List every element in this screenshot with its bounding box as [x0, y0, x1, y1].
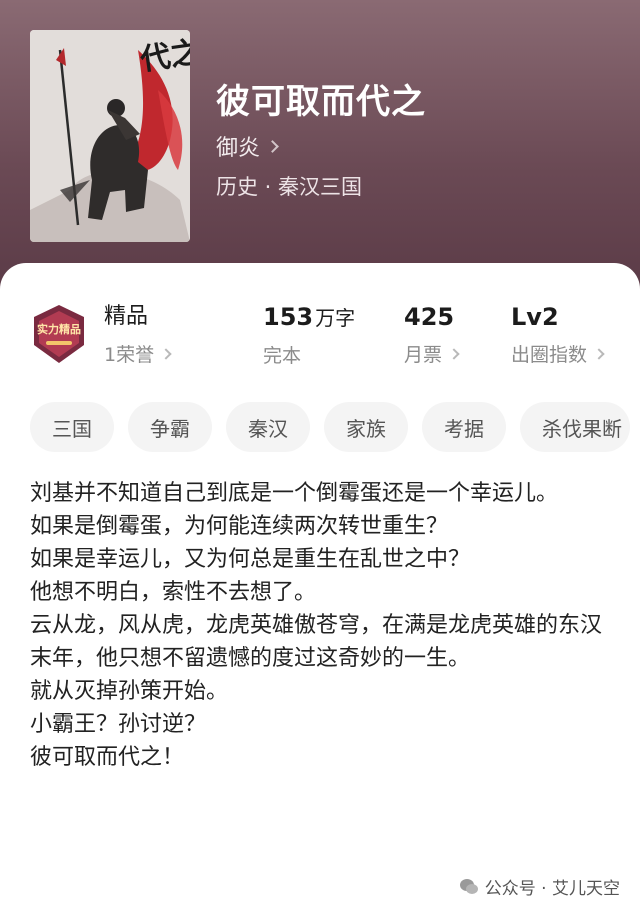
monthly-tickets-value: 425 [404, 303, 455, 331]
cover-illustration: 代之 [30, 30, 190, 242]
badge-honors-link[interactable]: 1荣誉 [104, 340, 172, 367]
tag-chip[interactable]: 考据 [422, 402, 506, 452]
description-line: 小霸王？孙讨逆？ [30, 712, 207, 737]
tag-chip[interactable]: 争霸 [128, 402, 212, 452]
word-count-stat: 153 万字 完本 [263, 300, 355, 368]
popularity-label: 出圈指数 [511, 344, 588, 366]
badge-seal-text: 实力精品 [37, 322, 81, 336]
author-name: 御炎 [216, 136, 261, 161]
watermark-text: 公众号 · 艾儿天空 [484, 879, 620, 899]
description-line: 就从灭掉孙策开始。 [30, 679, 229, 704]
badge-title: 精品 [104, 304, 149, 329]
description-line: 刘基并不知道自己到底是一个倒霉蛋还是一个幸运儿。 [30, 481, 559, 506]
chevron-right-icon [593, 347, 605, 360]
chevron-right-icon [266, 139, 279, 153]
tag-chip[interactable]: 秦汉 [226, 402, 310, 452]
popularity-stat[interactable]: Lv2 出圈指数 [511, 300, 605, 367]
badge-honors: 1荣誉 [104, 344, 155, 366]
monthly-tickets-link[interactable]: 月票 [404, 340, 460, 367]
book-genre[interactable]: 历史 · 秦汉三国 [216, 171, 362, 201]
author-link[interactable]: 御炎 [216, 130, 279, 162]
description-line: 如果是倒霉蛋，为何能连续两次转世重生？ [30, 514, 449, 539]
chevron-right-icon [448, 347, 460, 360]
cover-calligraphy: 代之 [137, 35, 190, 78]
tag-chip[interactable]: 杀伐果断 [520, 402, 630, 452]
word-count-value: 153 [263, 303, 314, 331]
word-count: 153 万字 [263, 300, 355, 335]
word-count-unit: 万字 [315, 306, 356, 330]
popularity-link[interactable]: 出圈指数 [511, 340, 605, 367]
wechat-icon [459, 878, 478, 894]
watermark: 公众号 · 艾儿天空 [459, 874, 620, 899]
book-title: 彼可取而代之 [216, 82, 426, 122]
monthly-tickets-stat[interactable]: 425 月票 [404, 300, 460, 367]
description-line: 云从龙，风从虎，龙虎英雄傲苍穹，在满是龙虎英雄的东汉末年，他只想不留遗憾的度过这… [30, 613, 603, 671]
book-description: 刘基并不知道自己到底是一个倒霉蛋还是一个幸运儿。 如果是倒霉蛋，为何能连续两次转… [30, 477, 620, 774]
quality-badge-icon: 实力精品 [34, 305, 84, 363]
description-line: 如果是幸运儿，又为何总是重生在乱世之中？ [30, 547, 471, 572]
book-cover[interactable]: 代之 [30, 30, 190, 242]
quality-stat[interactable]: 精品 1荣誉 [104, 300, 172, 367]
description-line: 彼可取而代之！ [30, 745, 185, 770]
popularity-level: Lv2 [511, 303, 559, 331]
description-line: 他想不明白，索性不去想了。 [30, 580, 317, 605]
tag-chip[interactable]: 三国 [30, 402, 114, 452]
tag-chip[interactable]: 家族 [324, 402, 408, 452]
completion-status: 完本 [263, 345, 302, 367]
tag-list: 三国 争霸 秦汉 家族 考据 杀伐果断 [30, 402, 630, 452]
chevron-right-icon [160, 347, 172, 360]
monthly-tickets-label: 月票 [404, 344, 443, 366]
